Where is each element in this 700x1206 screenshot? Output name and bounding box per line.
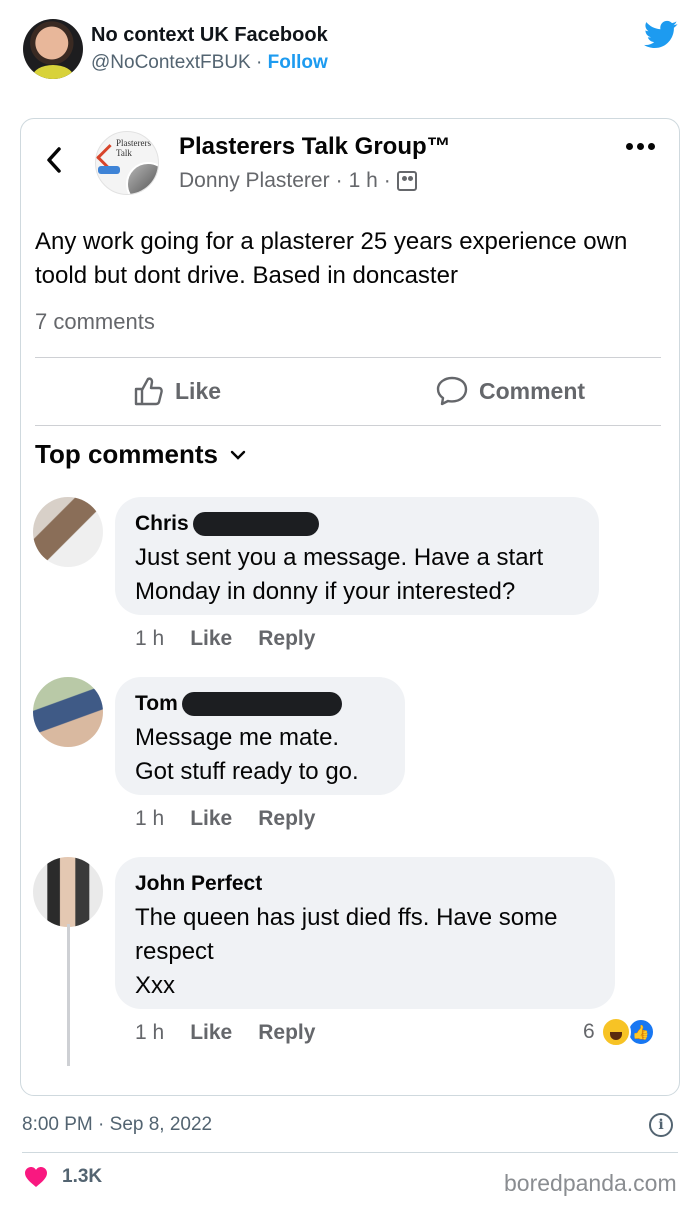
like-count: 1.3K — [62, 1166, 103, 1187]
comment-actions: 1 h Like Reply — [135, 1021, 315, 1045]
comment-count[interactable]: 7 comments — [35, 309, 155, 335]
comment-text: The queen has just died ffs. Have some r… — [135, 904, 558, 999]
divider — [22, 1152, 678, 1153]
author-avatar-badge — [126, 162, 158, 194]
tweet-header: No context UK Facebook @NoContextFBUK · … — [0, 0, 700, 100]
author-avatar[interactable] — [23, 19, 83, 79]
comment-time[interactable]: 1 h — [135, 807, 164, 831]
facebook-post-card: Plasterers Talk Plasterers Talk Group™ D… — [20, 118, 680, 1096]
comment-reply-button[interactable]: Reply — [258, 627, 315, 651]
commenter-name[interactable]: Chris — [135, 512, 189, 536]
comment-reactions[interactable]: 6 👍 — [583, 1017, 655, 1047]
heart-icon — [25, 1167, 47, 1187]
reaction-count: 6 — [583, 1020, 595, 1043]
post-time[interactable]: 1 h — [349, 169, 378, 193]
comment-label: Comment — [479, 377, 586, 404]
twitter-bird-icon[interactable] — [644, 20, 678, 50]
like-reaction-icon: 👍 — [626, 1018, 655, 1046]
commenter-avatar[interactable] — [33, 677, 103, 747]
comment-actions: 1 h Like Reply — [135, 627, 315, 651]
divider — [35, 425, 661, 426]
comment-like-button[interactable]: Like — [190, 627, 232, 651]
comment-text: Message me mate. Got stuff ready to go. — [135, 724, 359, 785]
comment-reply-button[interactable]: Reply — [258, 1021, 315, 1045]
tweet-timestamp[interactable]: 8:00 PM · Sep 8, 2022 — [22, 1114, 212, 1136]
redacted-surname — [181, 692, 342, 716]
commenter-name-row: Chris — [135, 511, 579, 537]
group-privacy-icon — [396, 171, 417, 191]
post-author[interactable]: Donny Plasterer — [179, 169, 330, 193]
comment-actions: 1 h Like Reply — [135, 807, 315, 831]
back-arrow-icon[interactable] — [43, 145, 65, 175]
comment-reply-button[interactable]: Reply — [258, 807, 315, 831]
author-name[interactable]: No context UK Facebook — [91, 24, 328, 47]
like-button[interactable]: Like — [133, 375, 221, 407]
info-icon[interactable]: i — [649, 1113, 673, 1137]
commenter-name-row: Tom — [135, 691, 385, 717]
post-meta: Donny Plasterer · 1 h · — [179, 169, 417, 193]
meta-separator: · — [335, 169, 343, 192]
comment-bubble: Chris Just sent you a message. Have a st… — [115, 497, 599, 615]
commenter-avatar[interactable] — [33, 857, 103, 927]
handle-separator: · — [256, 52, 263, 73]
follow-button[interactable]: Follow — [268, 52, 328, 73]
comment-time[interactable]: 1 h — [135, 627, 164, 651]
more-options-icon[interactable] — [626, 143, 658, 155]
like-label: Like — [175, 377, 222, 404]
comment-button[interactable]: Comment — [435, 375, 585, 407]
comment-like-button[interactable]: Like — [190, 1021, 232, 1045]
thread-line — [67, 924, 70, 1066]
chevron-down-icon — [230, 450, 246, 460]
group-name[interactable]: Plasterers Talk Group™ — [179, 133, 451, 161]
commenter-name[interactable]: Tom — [135, 692, 178, 716]
haha-reaction-icon — [600, 1017, 631, 1047]
comment-bubble: John Perfect The queen has just died ffs… — [115, 857, 615, 1009]
top-comments-label: Top comments — [35, 439, 218, 469]
post-text: Any work going for a plasterer 25 years … — [35, 228, 628, 289]
thumbs-up-icon — [134, 377, 163, 406]
comment-time[interactable]: 1 h — [135, 1021, 164, 1045]
redacted-surname — [192, 512, 319, 536]
group-logo[interactable]: Plasterers Talk — [95, 131, 159, 195]
commenter-avatar[interactable] — [33, 497, 103, 567]
author-handle-line: @NoContextFBUK · Follow — [91, 52, 328, 74]
top-comments-filter[interactable]: Top comments — [35, 439, 246, 470]
meta-separator: · — [383, 169, 391, 192]
author-handle[interactable]: @NoContextFBUK — [91, 52, 251, 73]
group-logo-text: Plasterers Talk — [116, 138, 151, 158]
comment-bubble: Tom Message me mate. Got stuff ready to … — [115, 677, 405, 795]
commenter-name-row: John Perfect — [135, 871, 595, 897]
comment-text: Just sent you a message. Have a start Mo… — [135, 544, 544, 605]
watermark: boredpanda.com — [504, 1170, 677, 1196]
commenter-name[interactable]: John Perfect — [135, 872, 262, 896]
comment-like-button[interactable]: Like — [190, 807, 232, 831]
comment-bubble-icon — [436, 376, 468, 406]
divider — [35, 357, 661, 358]
tweet-like-button[interactable]: 1.3K — [24, 1166, 102, 1188]
